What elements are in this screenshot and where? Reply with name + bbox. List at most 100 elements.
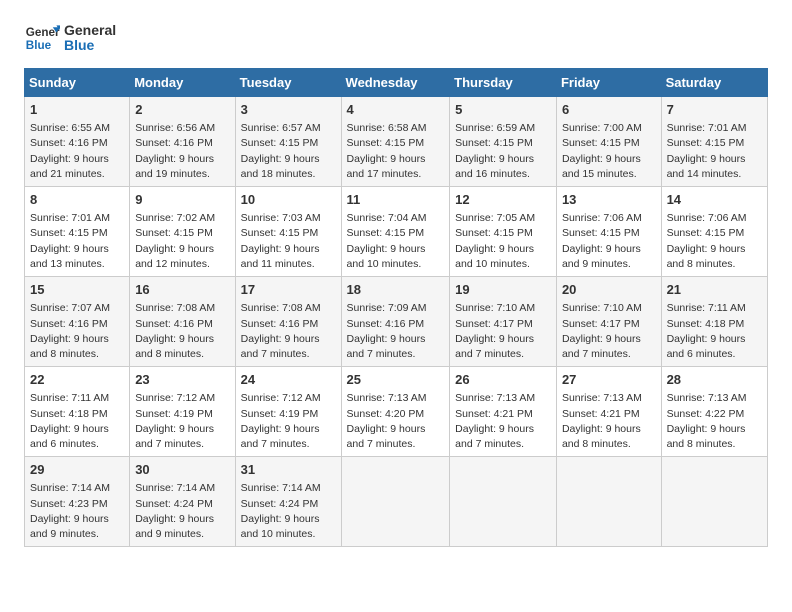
calendar-day-cell bbox=[341, 457, 450, 547]
calendar-day-cell: 26 Sunrise: 7:13 AM Sunset: 4:21 PM Dayli… bbox=[450, 367, 557, 457]
calendar-day-cell: 21Sunrise: 7:11 AM Sunset: 4:18 PM Dayli… bbox=[661, 277, 767, 367]
weekday-header-friday: Friday bbox=[556, 69, 661, 97]
calendar-day-cell: 28 Sunrise: 7:13 AM Sunset: 4:22 PM Dayli… bbox=[661, 367, 767, 457]
day-number: 28 bbox=[667, 371, 762, 389]
logo-text-general: General bbox=[64, 23, 116, 38]
calendar-day-cell: 25 Sunrise: 7:13 AM Sunset: 4:20 PM Dayli… bbox=[341, 367, 450, 457]
calendar-day-cell: 11 Sunrise: 7:04 AM Sunset: 4:15 PM Dayli… bbox=[341, 187, 450, 277]
day-number: 9 bbox=[135, 191, 229, 209]
day-number: 11 bbox=[347, 191, 445, 209]
day-info: Sunrise: 7:12 AM Sunset: 4:19 PM Dayligh… bbox=[135, 391, 229, 452]
calendar-week-row: 8 Sunrise: 7:01 AM Sunset: 4:15 PM Daylig… bbox=[25, 187, 768, 277]
day-info: Sunrise: 7:01 AM Sunset: 4:15 PM Dayligh… bbox=[30, 211, 124, 272]
calendar-day-cell: 29 Sunrise: 7:14 AM Sunset: 4:23 PM Dayli… bbox=[25, 457, 130, 547]
day-number: 3 bbox=[241, 101, 336, 119]
day-info: Sunrise: 6:59 AM Sunset: 4:15 PM Dayligh… bbox=[455, 121, 551, 182]
day-number: 29 bbox=[30, 461, 124, 479]
calendar-day-cell: 5 Sunrise: 6:59 AM Sunset: 4:15 PM Daylig… bbox=[450, 97, 557, 187]
weekday-header-monday: Monday bbox=[130, 69, 235, 97]
calendar-day-cell: 31 Sunrise: 7:14 AM Sunset: 4:24 PM Dayli… bbox=[235, 457, 341, 547]
calendar-day-cell: 19 Sunrise: 7:10 AM Sunset: 4:17 PM Dayli… bbox=[450, 277, 557, 367]
day-number: 20 bbox=[562, 281, 656, 299]
day-info: Sunrise: 7:02 AM Sunset: 4:15 PM Dayligh… bbox=[135, 211, 229, 272]
weekday-header-thursday: Thursday bbox=[450, 69, 557, 97]
weekday-header-row: SundayMondayTuesdayWednesdayThursdayFrid… bbox=[25, 69, 768, 97]
calendar-table: SundayMondayTuesdayWednesdayThursdayFrid… bbox=[24, 68, 768, 547]
day-number: 2 bbox=[135, 101, 229, 119]
day-number: 15 bbox=[30, 281, 124, 299]
day-info: Sunrise: 7:09 AM Sunset: 4:16 PM Dayligh… bbox=[347, 301, 445, 362]
calendar-day-cell: 3Sunrise: 6:57 AM Sunset: 4:15 PM Daylig… bbox=[235, 97, 341, 187]
day-number: 27 bbox=[562, 371, 656, 389]
day-info: Sunrise: 7:13 AM Sunset: 4:22 PM Dayligh… bbox=[667, 391, 762, 452]
calendar-day-cell: 23 Sunrise: 7:12 AM Sunset: 4:19 PM Dayli… bbox=[130, 367, 235, 457]
calendar-day-cell: 24 Sunrise: 7:12 AM Sunset: 4:19 PM Dayli… bbox=[235, 367, 341, 457]
calendar-week-row: 22 Sunrise: 7:11 AM Sunset: 4:18 PM Dayli… bbox=[25, 367, 768, 457]
calendar-day-cell: 1 Sunrise: 6:55 AM Sunset: 4:16 PM Daylig… bbox=[25, 97, 130, 187]
day-info: Sunrise: 7:11 AM Sunset: 4:18 PM Dayligh… bbox=[30, 391, 124, 452]
day-number: 18 bbox=[347, 281, 445, 299]
day-info: Sunrise: 7:12 AM Sunset: 4:19 PM Dayligh… bbox=[241, 391, 336, 452]
day-info: Sunrise: 7:14 AM Sunset: 4:24 PM Dayligh… bbox=[135, 481, 229, 542]
day-number: 8 bbox=[30, 191, 124, 209]
day-number: 1 bbox=[30, 101, 124, 119]
day-number: 10 bbox=[241, 191, 336, 209]
weekday-header-tuesday: Tuesday bbox=[235, 69, 341, 97]
day-number: 25 bbox=[347, 371, 445, 389]
day-info: Sunrise: 7:13 AM Sunset: 4:21 PM Dayligh… bbox=[455, 391, 551, 452]
day-info: Sunrise: 7:14 AM Sunset: 4:23 PM Dayligh… bbox=[30, 481, 124, 542]
day-number: 16 bbox=[135, 281, 229, 299]
day-info: Sunrise: 6:55 AM Sunset: 4:16 PM Dayligh… bbox=[30, 121, 124, 182]
calendar-day-cell: 27Sunrise: 7:13 AM Sunset: 4:21 PM Dayli… bbox=[556, 367, 661, 457]
weekday-header-saturday: Saturday bbox=[661, 69, 767, 97]
day-info: Sunrise: 7:05 AM Sunset: 4:15 PM Dayligh… bbox=[455, 211, 551, 272]
page-header: General Blue General Blue bbox=[24, 20, 768, 56]
calendar-day-cell: 7Sunrise: 7:01 AM Sunset: 4:15 PM Daylig… bbox=[661, 97, 767, 187]
day-number: 19 bbox=[455, 281, 551, 299]
day-number: 26 bbox=[455, 371, 551, 389]
day-number: 30 bbox=[135, 461, 229, 479]
calendar-day-cell: 14Sunrise: 7:06 AM Sunset: 4:15 PM Dayli… bbox=[661, 187, 767, 277]
day-number: 5 bbox=[455, 101, 551, 119]
calendar-day-cell bbox=[450, 457, 557, 547]
calendar-day-cell: 8 Sunrise: 7:01 AM Sunset: 4:15 PM Daylig… bbox=[25, 187, 130, 277]
day-info: Sunrise: 7:07 AM Sunset: 4:16 PM Dayligh… bbox=[30, 301, 124, 362]
day-info: Sunrise: 6:56 AM Sunset: 4:16 PM Dayligh… bbox=[135, 121, 229, 182]
calendar-day-cell: 18 Sunrise: 7:09 AM Sunset: 4:16 PM Dayli… bbox=[341, 277, 450, 367]
logo-icon: General Blue bbox=[24, 20, 60, 56]
day-info: Sunrise: 7:14 AM Sunset: 4:24 PM Dayligh… bbox=[241, 481, 336, 542]
calendar-week-row: 29 Sunrise: 7:14 AM Sunset: 4:23 PM Dayli… bbox=[25, 457, 768, 547]
calendar-day-cell: 22 Sunrise: 7:11 AM Sunset: 4:18 PM Dayli… bbox=[25, 367, 130, 457]
day-info: Sunrise: 7:03 AM Sunset: 4:15 PM Dayligh… bbox=[241, 211, 336, 272]
calendar-day-cell: 6Sunrise: 7:00 AM Sunset: 4:15 PM Daylig… bbox=[556, 97, 661, 187]
day-info: Sunrise: 7:10 AM Sunset: 4:17 PM Dayligh… bbox=[455, 301, 551, 362]
calendar-day-cell: 9 Sunrise: 7:02 AM Sunset: 4:15 PM Daylig… bbox=[130, 187, 235, 277]
day-number: 12 bbox=[455, 191, 551, 209]
calendar-day-cell: 12 Sunrise: 7:05 AM Sunset: 4:15 PM Dayli… bbox=[450, 187, 557, 277]
day-number: 4 bbox=[347, 101, 445, 119]
calendar-week-row: 1 Sunrise: 6:55 AM Sunset: 4:16 PM Daylig… bbox=[25, 97, 768, 187]
logo-text-blue: Blue bbox=[64, 38, 116, 53]
day-number: 23 bbox=[135, 371, 229, 389]
weekday-header-wednesday: Wednesday bbox=[341, 69, 450, 97]
calendar-day-cell: 10 Sunrise: 7:03 AM Sunset: 4:15 PM Dayli… bbox=[235, 187, 341, 277]
day-info: Sunrise: 7:04 AM Sunset: 4:15 PM Dayligh… bbox=[347, 211, 445, 272]
weekday-header-sunday: Sunday bbox=[25, 69, 130, 97]
day-info: Sunrise: 7:08 AM Sunset: 4:16 PM Dayligh… bbox=[135, 301, 229, 362]
day-number: 21 bbox=[667, 281, 762, 299]
day-info: Sunrise: 7:13 AM Sunset: 4:20 PM Dayligh… bbox=[347, 391, 445, 452]
day-number: 31 bbox=[241, 461, 336, 479]
day-number: 24 bbox=[241, 371, 336, 389]
day-number: 17 bbox=[241, 281, 336, 299]
calendar-day-cell: 16 Sunrise: 7:08 AM Sunset: 4:16 PM Dayli… bbox=[130, 277, 235, 367]
day-info: Sunrise: 6:58 AM Sunset: 4:15 PM Dayligh… bbox=[347, 121, 445, 182]
day-number: 22 bbox=[30, 371, 124, 389]
day-info: Sunrise: 7:10 AM Sunset: 4:17 PM Dayligh… bbox=[562, 301, 656, 362]
day-info: Sunrise: 7:06 AM Sunset: 4:15 PM Dayligh… bbox=[562, 211, 656, 272]
calendar-day-cell: 20 Sunrise: 7:10 AM Sunset: 4:17 PM Dayli… bbox=[556, 277, 661, 367]
calendar-day-cell: 17Sunrise: 7:08 AM Sunset: 4:16 PM Dayli… bbox=[235, 277, 341, 367]
calendar-day-cell: 13Sunrise: 7:06 AM Sunset: 4:15 PM Dayli… bbox=[556, 187, 661, 277]
calendar-day-cell: 4 Sunrise: 6:58 AM Sunset: 4:15 PM Daylig… bbox=[341, 97, 450, 187]
calendar-week-row: 15 Sunrise: 7:07 AM Sunset: 4:16 PM Dayli… bbox=[25, 277, 768, 367]
calendar-day-cell bbox=[661, 457, 767, 547]
